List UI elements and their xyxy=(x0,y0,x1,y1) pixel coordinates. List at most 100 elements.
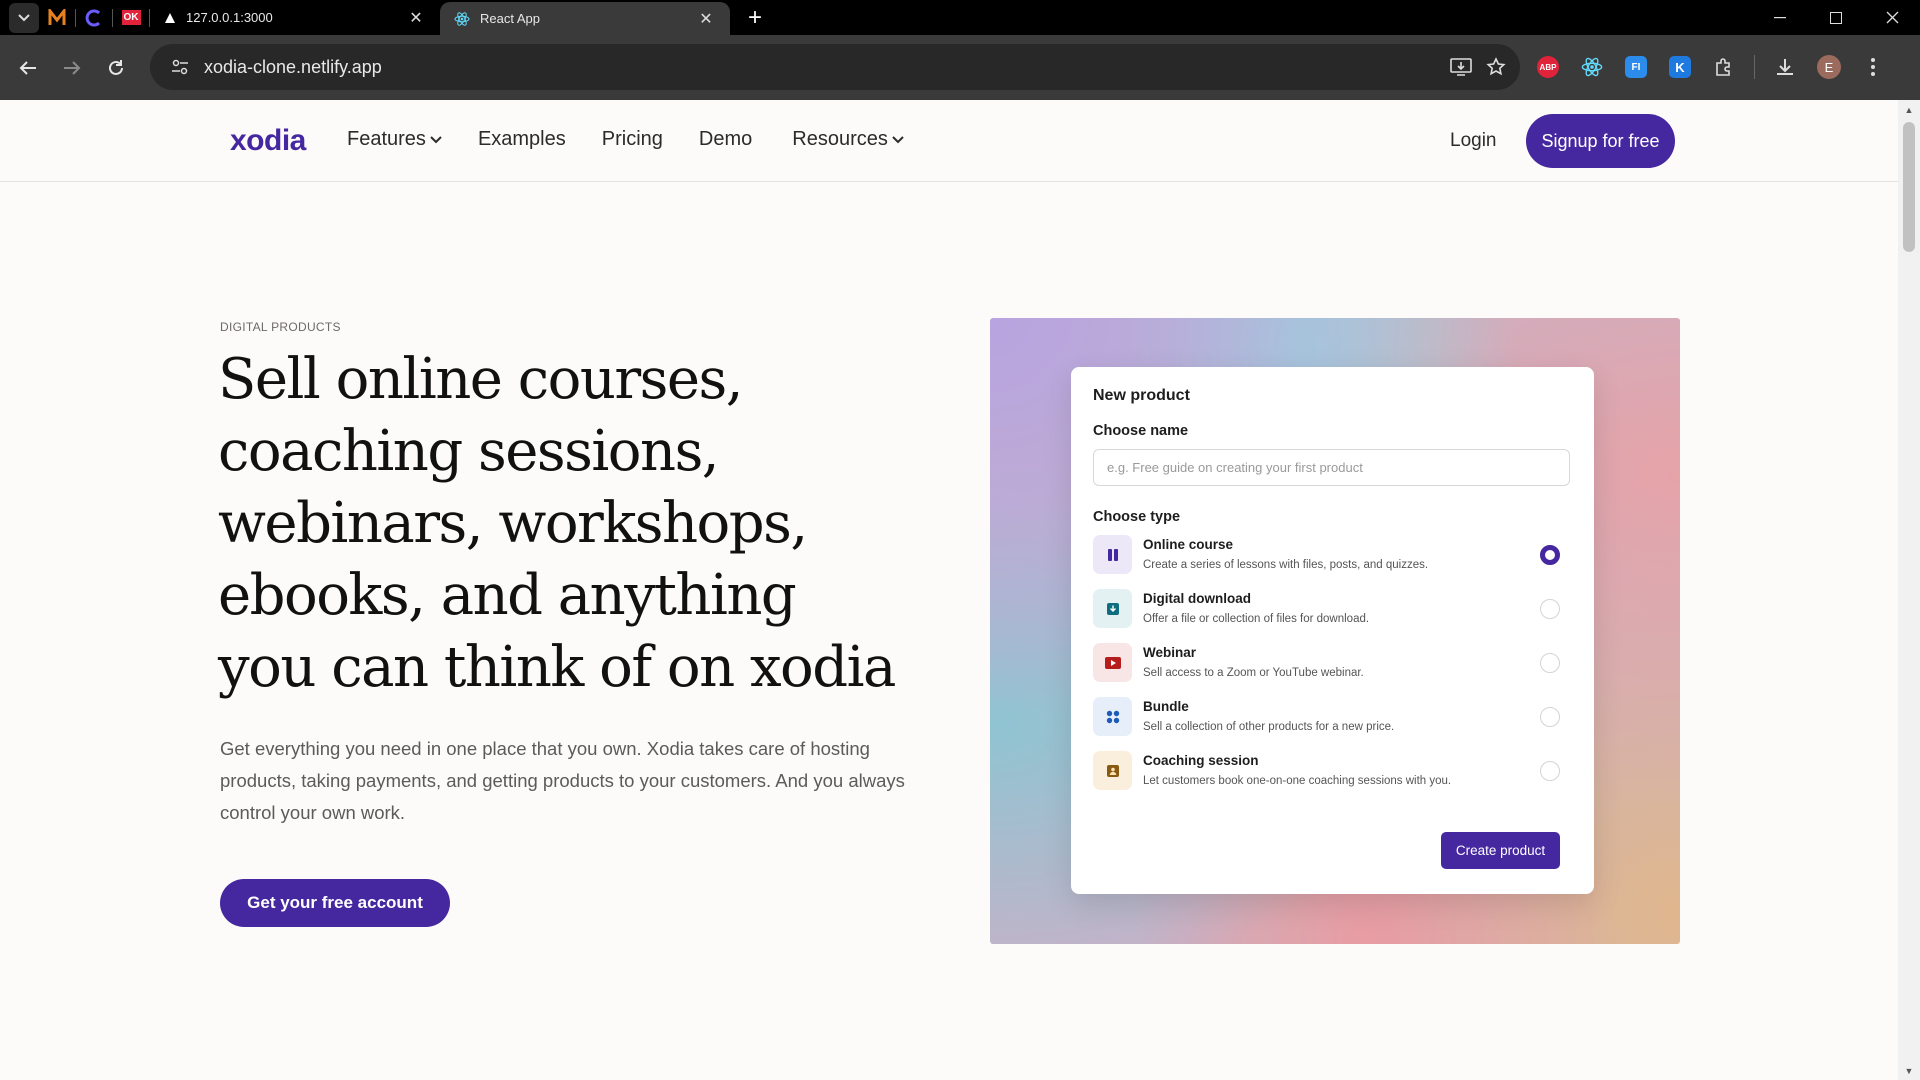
install-app-icon[interactable] xyxy=(1450,57,1472,77)
coaching-icon xyxy=(1093,751,1132,790)
ok-favicon-icon: OK xyxy=(121,10,141,25)
extension-k[interactable]: K xyxy=(1662,49,1698,85)
close-icon xyxy=(1886,11,1898,24)
m-favicon-icon xyxy=(48,8,66,25)
close-icon[interactable]: ✕ xyxy=(696,9,716,29)
nav-label: Examples xyxy=(477,128,566,150)
type-description: Offer a file or collection of files for … xyxy=(1143,613,1370,625)
get-free-account-button[interactable]: Get your free account xyxy=(220,879,450,927)
web-page: xodia Features Examples Pricing Demo Res… xyxy=(0,100,1898,1080)
site-header: xodia Features Examples Pricing Demo Res… xyxy=(0,100,1898,182)
react-logo-icon xyxy=(454,11,470,26)
pinned-tab-m[interactable] xyxy=(39,0,75,35)
nav-examples[interactable]: Examples xyxy=(478,128,566,151)
warning-triangle-icon xyxy=(165,12,175,23)
xodia-logo[interactable]: xodia xyxy=(230,124,306,158)
nav-label: Resources xyxy=(792,128,888,150)
pinned-tab-ok[interactable]: OK xyxy=(113,0,149,35)
card-title: New product xyxy=(1093,387,1190,404)
choose-name-label: Choose name xyxy=(1093,423,1189,439)
type-option-online-course[interactable]: Online course Create a series of lessons… xyxy=(1093,535,1573,589)
type-option-digital-download[interactable]: Digital download Offer a file or collect… xyxy=(1093,589,1573,643)
arrow-left-icon xyxy=(19,60,36,75)
maximize-button[interactable] xyxy=(1808,0,1864,35)
type-option-bundle[interactable]: Bundle Sell a collection of other produc… xyxy=(1093,697,1573,751)
main-nav: Features Examples Pricing Demo Resources xyxy=(347,128,940,151)
type-name: Coaching session xyxy=(1143,753,1259,768)
downloads-button[interactable] xyxy=(1767,49,1803,85)
login-link[interactable]: Login xyxy=(1450,130,1497,152)
radio-bundle[interactable] xyxy=(1540,707,1560,727)
adblock-plus-icon: ABP xyxy=(1537,56,1559,78)
hero-subtext: Get everything you need in one place tha… xyxy=(220,738,905,823)
extensions-area: ABP FI K E xyxy=(1530,45,1891,89)
nav-pricing[interactable]: Pricing xyxy=(602,128,663,151)
type-description: Create a series of lessons with files, p… xyxy=(1143,559,1429,571)
nav-resources[interactable]: Resources xyxy=(792,128,904,151)
minimize-icon xyxy=(1774,16,1786,18)
product-type-list: Online course Create a series of lessons… xyxy=(1093,535,1573,805)
reload-button[interactable] xyxy=(94,46,138,90)
create-product-button[interactable]: Create product xyxy=(1441,832,1560,869)
nav-demo[interactable]: Demo xyxy=(699,128,752,151)
nav-label: Pricing xyxy=(601,128,663,150)
window-close-button[interactable] xyxy=(1864,0,1920,35)
tab-strip: OK 127.0.0.1:3000 ✕ React App ✕ + xyxy=(0,0,1920,35)
react-devtools-icon xyxy=(1581,57,1603,77)
profile-button[interactable]: E xyxy=(1811,49,1847,85)
extension-fi[interactable]: FI xyxy=(1618,49,1654,85)
pinned-tab-c[interactable] xyxy=(76,0,112,35)
nav-label: Features xyxy=(347,128,426,150)
forward-button[interactable] xyxy=(50,46,94,90)
maximize-icon xyxy=(1830,11,1842,24)
page-scrollbar[interactable]: ▲ ▼ xyxy=(1898,100,1920,1080)
url-text: xodia-clone.netlify.app xyxy=(204,56,382,77)
back-button[interactable] xyxy=(6,46,50,90)
type-name: Online course xyxy=(1143,537,1234,552)
close-icon[interactable]: ✕ xyxy=(406,8,426,28)
new-tab-button[interactable]: + xyxy=(738,4,772,32)
tab-search-button[interactable] xyxy=(9,2,39,33)
fi-extension-icon: FI xyxy=(1625,56,1647,78)
download-icon xyxy=(1777,59,1793,75)
nav-features[interactable]: Features xyxy=(347,128,442,151)
more-vertical-icon xyxy=(1871,58,1875,76)
type-name: Webinar xyxy=(1143,645,1197,660)
type-option-coaching-session[interactable]: Coaching session Let customers book one-… xyxy=(1093,751,1573,805)
chevron-down-icon xyxy=(892,135,904,143)
extension-abp[interactable]: ABP xyxy=(1530,49,1566,85)
type-option-webinar[interactable]: Webinar Sell access to a Zoom or YouTube… xyxy=(1093,643,1573,697)
scroll-down-icon[interactable]: ▼ xyxy=(1904,1066,1914,1076)
divider xyxy=(1754,55,1755,79)
browser-menu-button[interactable] xyxy=(1855,49,1891,85)
extensions-menu-button[interactable] xyxy=(1706,49,1742,85)
tab-react-app[interactable]: React App ✕ xyxy=(440,2,730,35)
download-icon xyxy=(1093,589,1132,628)
scroll-up-icon[interactable]: ▲ xyxy=(1904,105,1914,115)
bookmark-star-icon[interactable] xyxy=(1486,57,1506,77)
c-favicon-icon xyxy=(85,9,101,26)
window-controls xyxy=(1752,0,1920,35)
type-description: Sell access to a Zoom or YouTube webinar… xyxy=(1143,667,1364,679)
avatar: E xyxy=(1817,55,1841,79)
tune-icon xyxy=(172,59,188,75)
new-product-card: New product Choose name Choose type Onli… xyxy=(1071,367,1594,894)
signup-button[interactable]: Signup for free xyxy=(1526,114,1675,168)
extension-react[interactable] xyxy=(1574,49,1610,85)
k-extension-icon: K xyxy=(1669,56,1691,78)
arrow-right-icon xyxy=(64,60,81,75)
product-name-input[interactable] xyxy=(1093,449,1570,486)
minimize-button[interactable] xyxy=(1752,0,1808,35)
nav-label: Demo xyxy=(698,128,753,150)
tab-localhost[interactable]: 127.0.0.1:3000 ✕ xyxy=(150,0,440,35)
radio-online-course[interactable] xyxy=(1540,545,1560,565)
tab-title: React App xyxy=(480,11,540,26)
scrollbar-thumb[interactable] xyxy=(1903,122,1915,252)
radio-digital-download[interactable] xyxy=(1540,599,1560,619)
radio-webinar[interactable] xyxy=(1540,653,1560,673)
puzzle-icon xyxy=(1716,58,1730,76)
radio-coaching-session[interactable] xyxy=(1540,761,1560,781)
address-bar[interactable]: xodia-clone.netlify.app xyxy=(150,44,1520,90)
type-description: Let customers book one-on-one coaching s… xyxy=(1143,775,1452,787)
site-info-button[interactable] xyxy=(160,59,200,75)
